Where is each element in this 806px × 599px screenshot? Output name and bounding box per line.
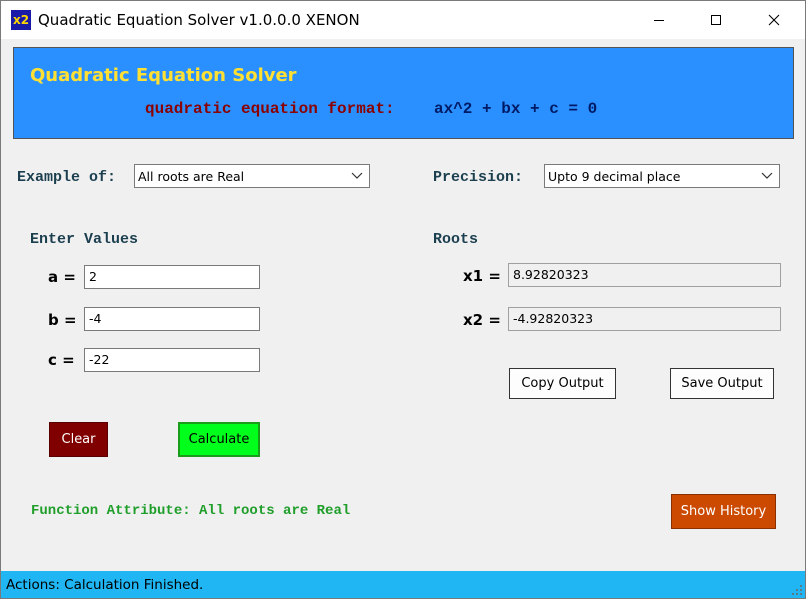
minimize-icon — [654, 20, 664, 21]
b-input[interactable]: -4 — [84, 307, 260, 331]
calculate-button[interactable]: Calculate — [178, 422, 260, 457]
window-title: Quadratic Equation Solver v1.0.0.0 XENON — [38, 11, 360, 29]
header-banner: Quadratic Equation Solver quadratic equa… — [13, 47, 794, 139]
format-equation: ax^2 + bx + c = 0 — [434, 100, 598, 118]
maximize-button[interactable] — [693, 1, 739, 39]
c-input[interactable]: -22 — [84, 348, 260, 372]
minimize-button[interactable] — [636, 1, 682, 39]
x1-label: x1 = — [463, 267, 501, 285]
a-label: a = — [48, 268, 76, 286]
app-window: x2 Quadratic Equation Solver v1.0.0.0 XE… — [0, 0, 806, 599]
app-icon: x2 — [11, 10, 31, 30]
x2-output[interactable]: -4.92820323 — [508, 307, 781, 331]
close-icon — [768, 14, 780, 26]
status-text: Actions: Calculation Finished. — [6, 577, 204, 593]
save-output-button[interactable]: Save Output — [670, 368, 774, 399]
precision-label: Precision: — [433, 169, 524, 186]
chevron-down-icon — [761, 172, 773, 179]
c-label: c = — [48, 351, 75, 369]
roots-heading: Roots — [433, 231, 479, 248]
close-button[interactable] — [751, 1, 797, 39]
title-bar: x2 Quadratic Equation Solver v1.0.0.0 XE… — [1, 1, 805, 39]
clear-button[interactable]: Clear — [49, 422, 108, 457]
x2-label: x2 = — [463, 311, 501, 329]
format-label: quadratic equation format: — [145, 100, 395, 118]
status-bar: Actions: Calculation Finished. — [1, 571, 805, 598]
b-label: b = — [48, 311, 77, 329]
show-history-button[interactable]: Show History — [671, 494, 776, 529]
maximize-icon — [711, 15, 721, 25]
example-label: Example of: — [17, 169, 117, 186]
a-input[interactable]: 2 — [84, 265, 260, 289]
example-select[interactable]: All roots are Real — [134, 164, 370, 188]
enter-values-heading: Enter Values — [30, 231, 139, 248]
precision-select[interactable]: Upto 9 decimal place — [544, 164, 780, 188]
chevron-down-icon — [351, 172, 363, 179]
example-select-value: All roots are Real — [138, 169, 245, 184]
function-attribute: Function Attribute: All roots are Real — [31, 503, 351, 519]
copy-output-button[interactable]: Copy Output — [509, 368, 616, 399]
banner-title: Quadratic Equation Solver — [30, 65, 297, 86]
precision-select-value: Upto 9 decimal place — [548, 169, 681, 184]
x1-output[interactable]: 8.92820323 — [508, 263, 781, 287]
resize-grip[interactable] — [791, 584, 803, 596]
